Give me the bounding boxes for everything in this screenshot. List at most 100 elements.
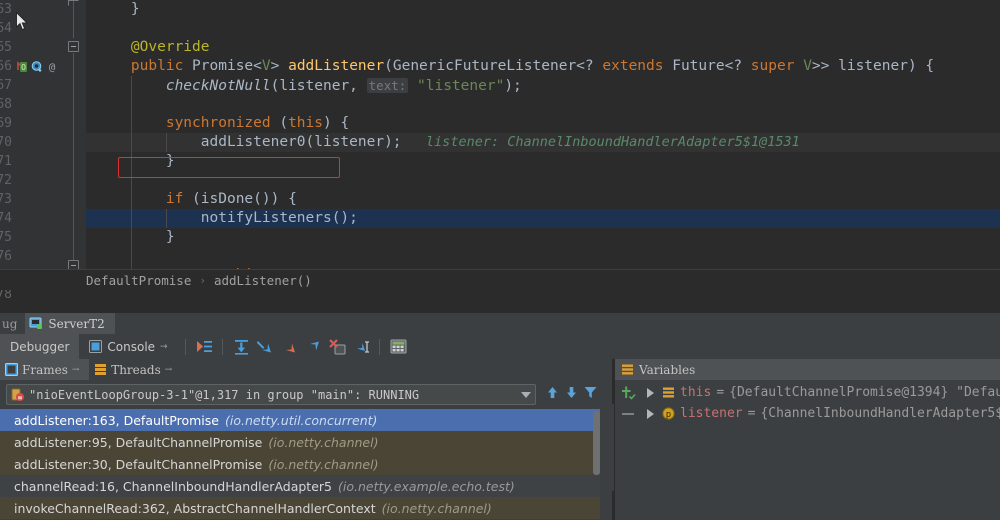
- chevron-down-icon[interactable]: [521, 392, 531, 398]
- variable-row[interactable]: this={DefaultChannelPromise@1394} "Defau: [643, 382, 1000, 403]
- line-number: 173: [0, 190, 12, 209]
- breadcrumb-class[interactable]: DefaultPromise: [86, 273, 191, 288]
- fold-region-end-icon[interactable]: [68, 0, 79, 6]
- thread-suspended-icon: [11, 388, 24, 401]
- step-into-button[interactable]: [254, 336, 276, 358]
- code-line[interactable]: synchronized (this) {: [86, 114, 1000, 133]
- line-number: 175: [0, 228, 12, 247]
- drop-frame-button[interactable]: [326, 336, 348, 358]
- show-execution-point-button[interactable]: [193, 336, 215, 358]
- code-line[interactable]: if (isDone()) {: [86, 190, 1000, 209]
- code-token-str: "listener": [417, 78, 504, 94]
- pin-icon-threads[interactable]: →: [165, 365, 174, 375]
- toolbar-separator: [185, 339, 186, 355]
- tab-console[interactable]: Console →: [79, 334, 179, 359]
- code-token-plain: [408, 78, 417, 94]
- code-line[interactable]: [86, 95, 1000, 114]
- evaluate-expression-button[interactable]: [387, 336, 409, 358]
- frame-package: (io.netty.channel): [382, 501, 492, 516]
- code-line[interactable]: @Override: [86, 38, 1000, 57]
- line-number: 176: [0, 247, 12, 266]
- expand-arrow-icon[interactable]: [647, 409, 654, 419]
- code-line[interactable]: public Promise<V> addListener(GenericFut…: [86, 57, 1000, 76]
- frame-row[interactable]: addListener:95, DefaultChannelPromise(io…: [0, 431, 600, 453]
- code-editor: 1631641651661671681691701711721731741751…: [0, 0, 1000, 290]
- code-line[interactable]: [86, 247, 1000, 266]
- line-number: 168: [0, 95, 12, 114]
- breadcrumb-method[interactable]: addListener(): [214, 273, 312, 288]
- frame-method: addListener:163, DefaultPromise: [14, 413, 219, 428]
- code-token-plain: );: [504, 78, 521, 94]
- variables-list[interactable]: this={DefaultChannelPromise@1394} "Defau…: [643, 382, 1000, 520]
- frames-thread-tools: [545, 385, 598, 400]
- parameter-icon: p: [662, 407, 675, 420]
- gutter-marker-group: O@: [16, 57, 66, 76]
- tab-debugger[interactable]: Debugger: [0, 334, 79, 359]
- annotation-icon[interactable]: @: [46, 61, 58, 73]
- pin-icon[interactable]: →: [160, 342, 169, 352]
- arrow-down-icon[interactable]: [564, 385, 579, 400]
- frames-list[interactable]: addListener:163, DefaultPromise (io.netty…: [0, 409, 600, 520]
- variables-icon: [621, 363, 634, 376]
- pin-icon-frames[interactable]: →: [72, 365, 81, 375]
- tab-frames[interactable]: Frames →: [0, 359, 89, 380]
- code-line[interactable]: }: [86, 152, 1000, 171]
- frame-row[interactable]: addListener:163, DefaultPromise(io.netty…: [0, 409, 600, 431]
- breadcrumb[interactable]: DefaultPromise › addListener(): [0, 269, 1000, 290]
- breadcrumb-separator: ›: [199, 274, 206, 287]
- code-folding-strip[interactable]: [62, 0, 86, 290]
- frame-row[interactable]: addListener:30, DefaultChannelPromise(io…: [0, 453, 600, 475]
- override-method-icon[interactable]: O: [16, 61, 28, 73]
- line-number: 163: [0, 0, 12, 19]
- line-number: 169: [0, 114, 12, 133]
- code-token-plain: (listener,: [271, 78, 367, 94]
- tab-threads[interactable]: Threads →: [89, 359, 182, 380]
- run-to-cursor-button[interactable]: [350, 336, 372, 358]
- code-token-kw: super: [751, 58, 795, 74]
- frame-row[interactable]: channelRead:16, ChannelInboundHandlerAda…: [0, 475, 600, 497]
- code-line[interactable]: }: [86, 0, 1000, 19]
- toolbar-separator-3: [379, 339, 380, 355]
- editor-gutter[interactable]: 1631641651661671681691701711721731741751…: [0, 0, 62, 290]
- implementing-method-icon[interactable]: [31, 61, 43, 73]
- variable-equals: =: [748, 406, 756, 421]
- code-token-plain: >> listener) {: [812, 58, 934, 74]
- frame-row[interactable]: invokeChannelRead:362, AbstractChannelHa…: [0, 497, 600, 519]
- run-configuration-tab-servert2[interactable]: ServerT2: [25, 313, 114, 335]
- console-icon: [89, 340, 102, 353]
- filter-icon[interactable]: [583, 385, 598, 400]
- run-configuration-tab-label: ServerT2: [48, 317, 104, 331]
- remove-watch-button[interactable]: [620, 411, 636, 417]
- variable-equals: =: [716, 385, 724, 400]
- arrow-up-icon[interactable]: [545, 385, 560, 400]
- code-token-stat: checkNotNull: [166, 78, 271, 94]
- step-over-button[interactable]: [230, 336, 252, 358]
- expand-arrow-icon[interactable]: [647, 388, 654, 398]
- code-token-kw: this: [288, 115, 323, 131]
- code-line[interactable]: }: [86, 228, 1000, 247]
- code-line[interactable]: checkNotNull(listener, text: "listener")…: [86, 76, 1000, 95]
- fold-collapse-marker-method[interactable]: [68, 41, 79, 52]
- frames-icon: [5, 363, 18, 376]
- add-watch-button[interactable]: [620, 385, 636, 401]
- variables-rail: [615, 380, 641, 520]
- indent-guide: [131, 152, 132, 171]
- toolbar-separator-2: [222, 339, 223, 355]
- code-token-gen: V: [803, 58, 812, 74]
- step-out-button[interactable]: [302, 336, 324, 358]
- code-line[interactable]: addListener0(listener); listener: Channe…: [86, 133, 1000, 152]
- frame-method: channelRead:16, ChannelInboundHandlerAda…: [14, 479, 332, 494]
- code-content[interactable]: } @Override public Promise<V> addListene…: [86, 0, 1000, 281]
- line-number: 165: [0, 38, 12, 57]
- thread-selector[interactable]: "nioEventLoopGroup-3-1"@1,317 in group "…: [6, 384, 536, 405]
- frames-vertical-scrollbar[interactable]: [593, 411, 600, 475]
- code-line[interactable]: [86, 19, 1000, 38]
- svg-text:p: p: [666, 410, 671, 420]
- indent-guide: [166, 209, 167, 228]
- variable-row[interactable]: plistener={ChannelInboundHandlerAdapter5…: [643, 403, 1000, 424]
- code-line[interactable]: [86, 171, 1000, 190]
- code-line[interactable]: notifyListeners();: [86, 209, 1000, 228]
- force-step-into-button[interactable]: [278, 336, 300, 358]
- code-token-plain: (: [271, 115, 288, 131]
- toolwindow-tab-strip: ug ServerT2: [0, 312, 1000, 334]
